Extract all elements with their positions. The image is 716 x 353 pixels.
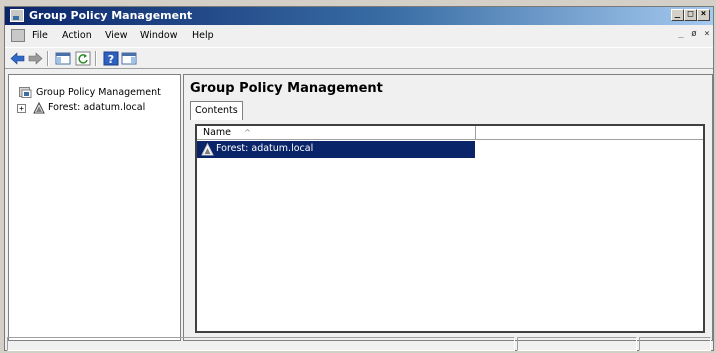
column-header-label: Name <box>203 127 232 138</box>
toolbar-separator <box>47 51 49 66</box>
sort-ascending-icon: ^ <box>244 128 251 137</box>
minimize-button[interactable]: _ <box>671 9 684 21</box>
title-bar[interactable]: Group Policy Management _ □ × <box>5 7 713 25</box>
column-header-name[interactable]: Name ^ <box>197 126 476 140</box>
forest-icon <box>33 101 45 114</box>
tab-contents[interactable]: Contents <box>190 101 243 120</box>
menu-help[interactable]: Help <box>192 30 214 41</box>
list-row[interactable]: Forest: adatum.local <box>197 141 475 158</box>
forest-icon <box>201 142 214 156</box>
forward-icon[interactable] <box>27 51 43 66</box>
status-bar <box>5 336 713 352</box>
list-header: Name ^ <box>197 126 703 140</box>
status-panel-tertiary <box>639 337 711 351</box>
child-minimize-button[interactable]: _ <box>675 29 687 41</box>
details-pane: Group Policy Management Contents Name ^ … <box>183 74 713 341</box>
list-row-name: Forest: adatum.local <box>216 143 314 154</box>
menu-action[interactable]: Action <box>62 30 92 41</box>
menu-file[interactable]: File <box>32 30 48 41</box>
tree-root-label: Group Policy Management <box>36 87 161 98</box>
tree-expander-plus[interactable]: + <box>17 104 26 113</box>
status-panel-main <box>7 337 515 351</box>
maximize-restore-button[interactable]: □ <box>684 9 697 21</box>
tree-item-label: Forest: adatum.local <box>48 102 146 113</box>
child-close-button[interactable]: × <box>701 29 713 41</box>
close-button[interactable]: × <box>697 9 710 21</box>
details-pane-title: Group Policy Management <box>190 81 383 96</box>
mmc-document-icon[interactable] <box>11 29 25 42</box>
menu-bar: File Action View Window Help _ ø × <box>5 26 713 46</box>
help-icon[interactable]: ? <box>103 51 119 66</box>
back-icon[interactable] <box>10 51 26 66</box>
gpmc-node-icon <box>19 87 32 98</box>
refresh-icon[interactable] <box>75 51 91 66</box>
child-restore-button[interactable]: ø <box>688 29 700 41</box>
menu-window[interactable]: Window <box>140 30 177 41</box>
console-tree-pane[interactable]: Group Policy Management + Forest: adatum… <box>8 74 181 341</box>
contents-list-view[interactable]: Name ^ Forest: adatum.local <box>195 124 705 333</box>
menu-view[interactable]: View <box>105 30 128 41</box>
application-window: Group Policy Management _ □ × File Actio… <box>4 6 714 351</box>
show-hide-console-tree-icon[interactable] <box>55 51 71 66</box>
toolbar-separator <box>95 51 97 66</box>
gpmc-app-icon[interactable] <box>10 9 24 22</box>
window-title: Group Policy Management <box>29 9 193 22</box>
status-panel-secondary <box>517 337 637 351</box>
svg-text:?: ? <box>108 53 114 66</box>
show-hide-action-pane-icon[interactable] <box>121 51 137 66</box>
toolbar: ? <box>5 47 713 69</box>
